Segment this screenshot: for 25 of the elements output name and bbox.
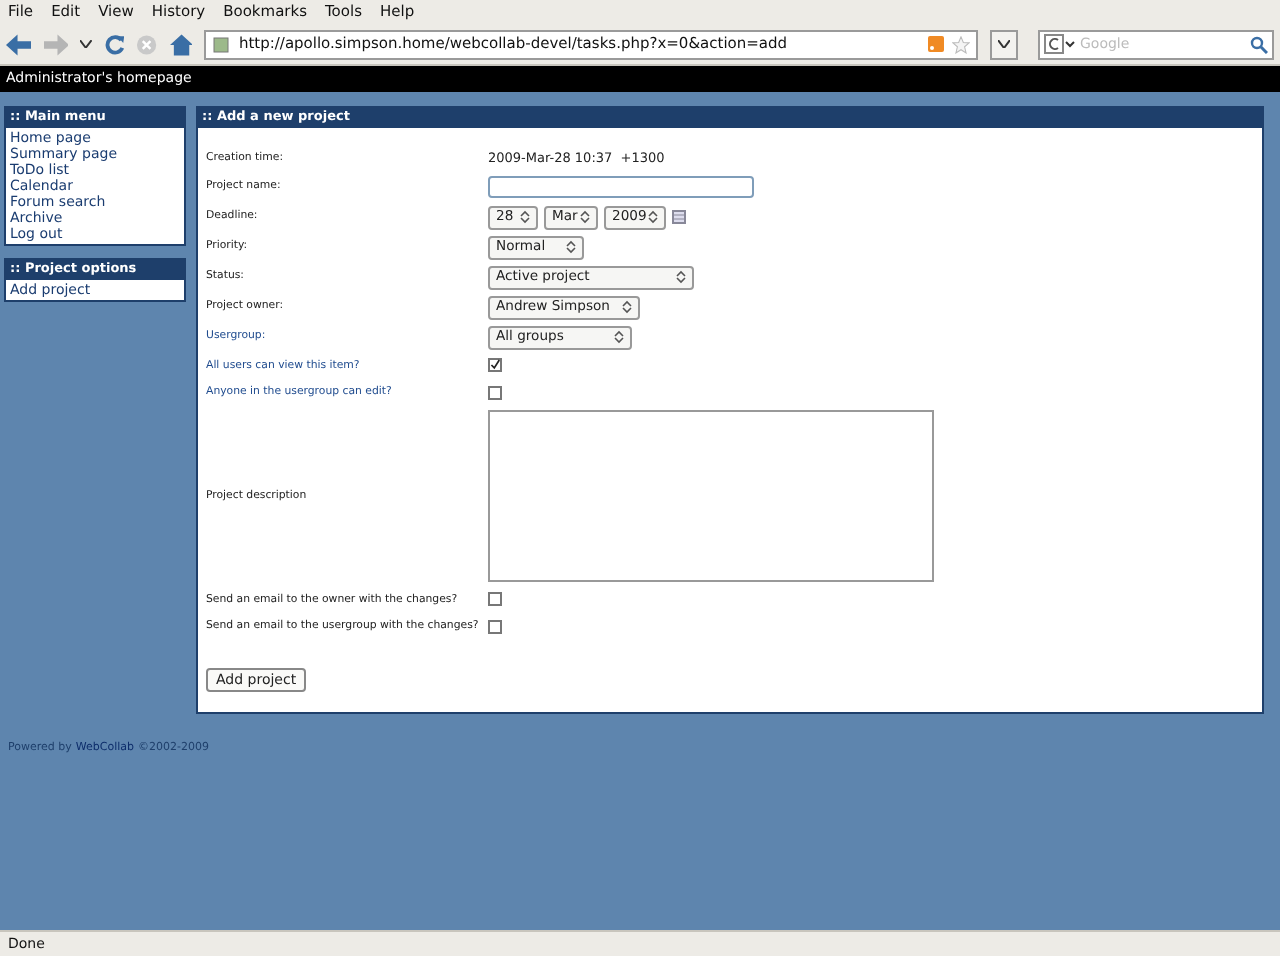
updown-arrows-icon: [622, 300, 632, 314]
search-icon[interactable]: [1249, 35, 1268, 53]
rss-icon[interactable]: [928, 36, 945, 52]
updown-arrows-icon: [520, 210, 530, 224]
star-icon[interactable]: [952, 35, 971, 53]
updown-arrows-icon: [648, 210, 658, 224]
checkbox[interactable]: [488, 619, 502, 634]
checkbox[interactable]: [488, 358, 502, 373]
updown-arrows-icon: [580, 210, 590, 224]
history-dropdown-button[interactable]: [990, 29, 1018, 59]
updown-arrows-icon: [566, 240, 576, 254]
updown-arrows-icon: [676, 270, 686, 284]
search-engine-icon[interactable]: [1043, 34, 1076, 54]
dropdown-caret-icon[interactable]: [80, 40, 92, 48]
calendar-icon[interactable]: [672, 210, 686, 224]
caret-icon: [998, 40, 1011, 48]
project-name-field[interactable]: [488, 176, 754, 198]
reload-icon[interactable]: [103, 33, 125, 55]
description-textarea[interactable]: [488, 410, 934, 582]
home-icon[interactable]: [169, 33, 193, 55]
page-icon: [212, 35, 231, 53]
checkbox[interactable]: [488, 592, 502, 607]
updown-arrows-icon: [614, 330, 624, 344]
checkbox[interactable]: [488, 385, 502, 400]
back-arrow-icon[interactable]: [6, 33, 31, 55]
